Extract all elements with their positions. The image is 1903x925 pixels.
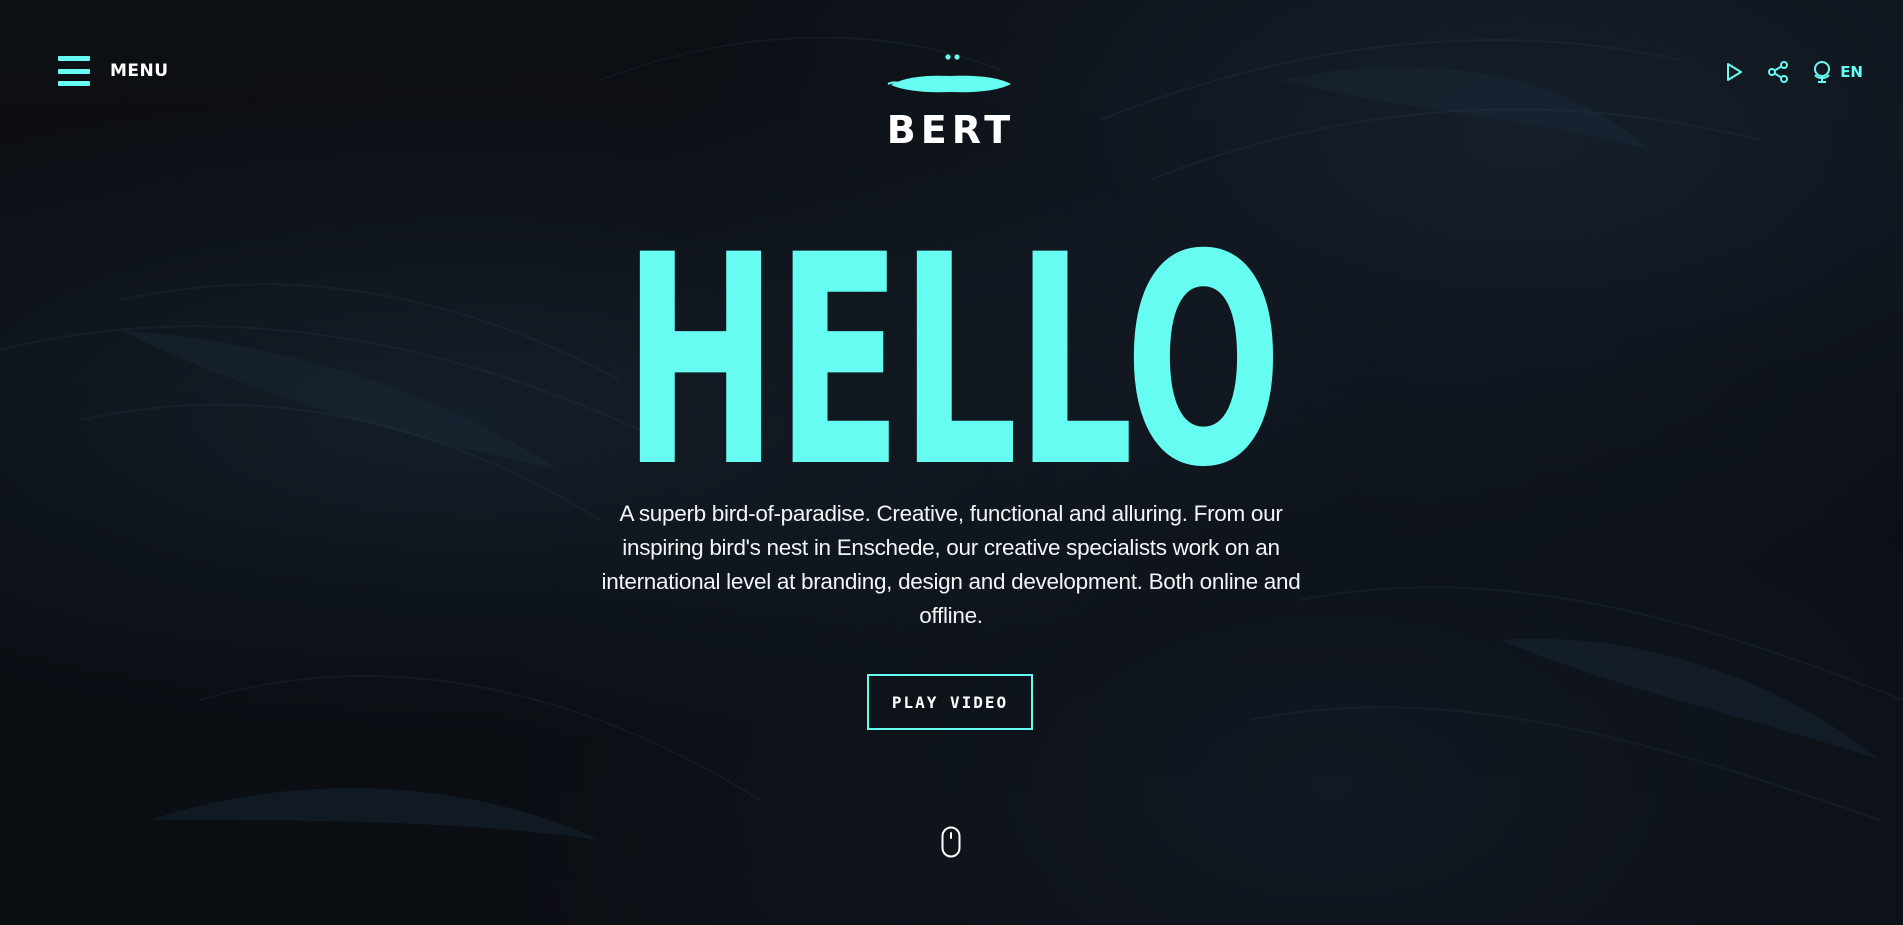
logo-text: BERT bbox=[886, 108, 1016, 152]
logo-bird-icon bbox=[887, 54, 1011, 93]
site-logo[interactable]: BERT bbox=[886, 50, 1016, 155]
menu-icon bbox=[58, 56, 90, 86]
hero-description: A superb bird-of-paradise. Creative, fun… bbox=[601, 501, 1301, 628]
share-icon[interactable] bbox=[1766, 60, 1790, 84]
globe-icon bbox=[1810, 60, 1834, 84]
mouse-scroll-icon[interactable] bbox=[941, 826, 961, 858]
play-icon[interactable] bbox=[1722, 60, 1746, 84]
menu-label: MENU bbox=[110, 61, 169, 81]
header-actions: EN bbox=[1722, 60, 1863, 84]
language-selector[interactable]: EN bbox=[1810, 60, 1863, 84]
play-video-button[interactable]: PLAY VIDEO bbox=[867, 674, 1033, 730]
language-code: EN bbox=[1840, 63, 1863, 81]
menu-button[interactable]: MENU bbox=[58, 56, 169, 86]
hero-title: HELLO bbox=[622, 194, 1283, 531]
